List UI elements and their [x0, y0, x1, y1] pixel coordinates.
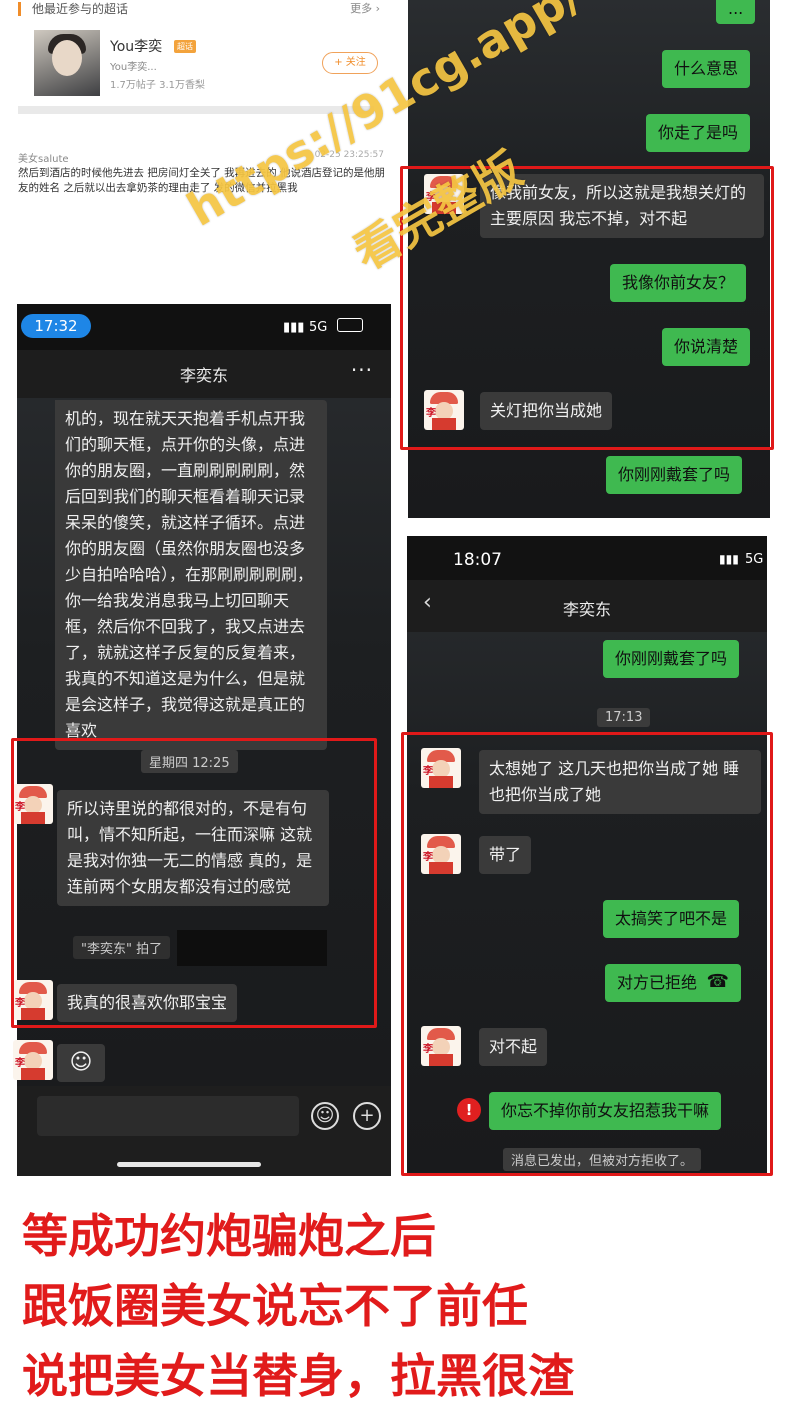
- message-bubble[interactable]: 你走了是吗: [646, 114, 751, 152]
- profile-name: You李奕: [110, 39, 163, 55]
- chat-header: 李奕东 ···: [17, 350, 391, 398]
- more-link[interactable]: 更多 ›: [350, 0, 380, 16]
- signal-icon: ▮▮▮: [283, 320, 305, 335]
- status-time: 18:07: [453, 550, 502, 570]
- add-icon[interactable]: +: [353, 1102, 381, 1130]
- profile-stats: 1.7万帖子 3.1万香梨: [110, 80, 205, 91]
- battery-icon: [337, 318, 363, 332]
- topic-accent-bar: [18, 2, 21, 16]
- highlight-box: [11, 738, 377, 1028]
- status-bar: 17:32 ▮▮▮ 5G: [17, 304, 391, 350]
- emoji-icon[interactable]: ☺: [311, 1102, 339, 1130]
- status-time: 17:32: [21, 314, 91, 338]
- chat-title: 李奕东: [179, 366, 228, 385]
- home-indicator: [117, 1162, 261, 1167]
- supertopic-card[interactable]: You李奕 超话 You李奕... 1.7万帖子 3.1万香梨 + 关注: [34, 30, 384, 102]
- avatar[interactable]: 李: [13, 1040, 53, 1080]
- comment-username[interactable]: 美女salute: [18, 150, 69, 165]
- chat-screenshot-b: 17:32 ▮▮▮ 5G 李奕东 ··· 机的，现在就天天抱着手机点开我们的聊天…: [11, 304, 391, 1176]
- network-label: 5G: [745, 552, 764, 567]
- message-input[interactable]: [37, 1096, 299, 1136]
- signal-icon: ▮▮▮: [719, 552, 739, 566]
- status-bar: 18:07 ▮▮▮ 5G: [407, 536, 767, 580]
- topic-header: 他最近参与的超话 更多 ›: [18, 0, 390, 22]
- message-bubble[interactable]: 你刚刚戴套了吗: [603, 640, 740, 678]
- follow-button[interactable]: + 关注: [322, 52, 378, 74]
- caption-line-3: 说把美女当替身，拉黑很渣: [22, 1349, 574, 1403]
- emoji-message[interactable]: ☺: [57, 1044, 105, 1082]
- caption-line-1: 等成功约炮骗炮之后: [22, 1209, 436, 1263]
- chat-header: ‹ 李奕东: [407, 580, 767, 632]
- highlight-box: [401, 732, 773, 1176]
- message-bubble[interactable]: 你刚刚戴套了吗: [606, 456, 743, 494]
- caption-line-2: 跟饭圈美女说忘不了前任: [22, 1279, 528, 1333]
- input-bar: ☺ +: [17, 1086, 391, 1176]
- message-bubble[interactable]: 机的，现在就天天抱着手机点开我们的聊天框，点开你的头像，点进你的朋友圈，一直刷刷…: [55, 400, 327, 750]
- profile-subtitle: You李奕...: [110, 62, 157, 73]
- more-icon[interactable]: ···: [351, 358, 373, 382]
- network-label: 5G: [309, 320, 328, 335]
- chat-title: 李奕东: [562, 600, 611, 619]
- message-ellipsis[interactable]: ...: [716, 0, 756, 24]
- chat-screenshot-c: 18:07 ▮▮▮ 5G ‹ 李奕东 你刚刚戴套了吗 17:13 李 太想她了 …: [401, 536, 773, 1176]
- message-bubble[interactable]: 什么意思: [662, 50, 751, 88]
- topic-title: 他最近参与的超话: [32, 2, 129, 16]
- time-divider: 17:13: [597, 708, 651, 727]
- supertopic-badge: 超话: [174, 40, 196, 53]
- avatar[interactable]: [34, 30, 100, 96]
